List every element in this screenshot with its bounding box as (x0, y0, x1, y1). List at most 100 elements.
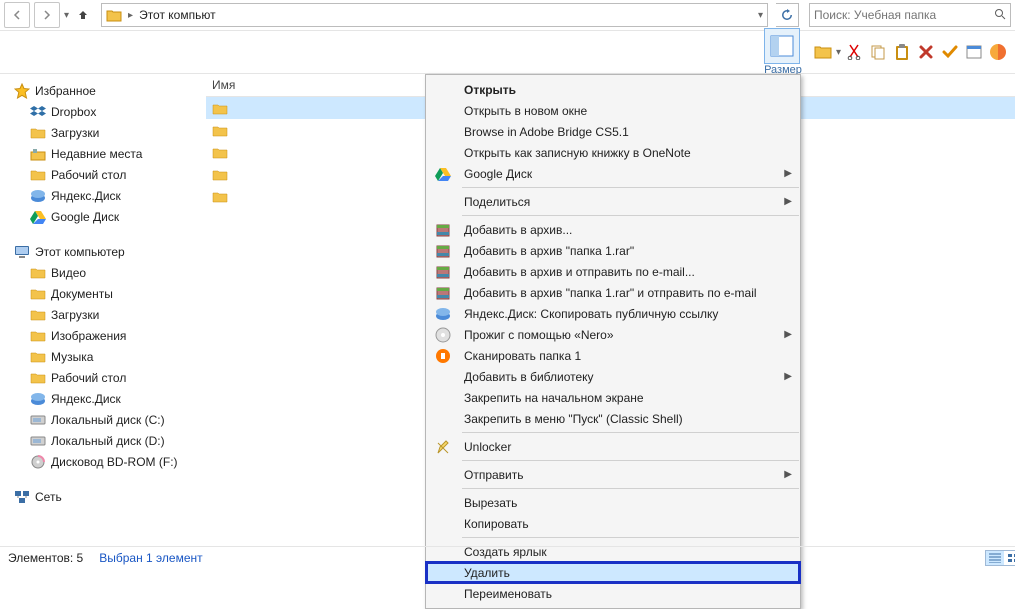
menu-item[interactable]: Вырезать (426, 492, 800, 513)
new-dropdown[interactable]: ▾ (836, 47, 841, 58)
menu-item[interactable]: Добавить в библиотеку ▶ (426, 366, 800, 387)
menu-item-label: Вырезать (464, 496, 776, 510)
menu-item-icon (432, 144, 454, 162)
tree-item[interactable]: Видео (8, 262, 198, 283)
menu-item[interactable]: Поделиться▶ (426, 191, 800, 212)
menu-item-label: Прожиг с помощью «Nero» (464, 328, 776, 342)
properties-button[interactable] (963, 41, 985, 63)
menu-item[interactable]: Закрепить в меню "Пуск" (Classic Shell) (426, 408, 800, 429)
submenu-arrow-icon: ▶ (784, 196, 792, 207)
tree-item[interactable]: Локальный диск (D:) (8, 430, 198, 451)
tree-item[interactable]: Документы (8, 283, 198, 304)
menu-item-icon (432, 305, 454, 323)
menu-item[interactable]: Копировать (426, 513, 800, 534)
menu-item[interactable]: Добавить в архив и отправить по e-mail..… (426, 261, 800, 282)
large-icons-view-icon[interactable] (1004, 551, 1015, 565)
menu-item[interactable]: Открыть как записную книжку в OneNote (426, 142, 800, 163)
menu-item[interactable]: Добавить в архив "папка 1.rar" (426, 240, 800, 261)
tree-item[interactable]: Недавние места (8, 143, 198, 164)
breadcrumb[interactable]: ▸ Этот компьют ▾ (101, 3, 768, 27)
menu-separator (462, 460, 799, 461)
tree-item[interactable]: Dropbox (8, 101, 198, 122)
tree-favorites-header[interactable]: Избранное (8, 80, 198, 101)
tree-item[interactable]: Рабочий стол (8, 164, 198, 185)
menu-item[interactable]: Прожиг с помощью «Nero»▶ (426, 324, 800, 345)
menu-item[interactable]: Browse in Adobe Bridge CS5.1 (426, 121, 800, 142)
tree-item[interactable]: Google Диск (8, 206, 198, 227)
tree-item[interactable]: Дисковод BD-ROM (F:) (8, 451, 198, 472)
menu-item-icon (432, 221, 454, 239)
tree-item[interactable]: Загрузки (8, 122, 198, 143)
status-count: Элементов: 5 (8, 551, 83, 565)
menu-item-icon (432, 410, 454, 428)
tree-item[interactable]: Яндекс.Диск (8, 185, 198, 206)
menu-item-label: Browse in Adobe Bridge CS5.1 (464, 125, 776, 139)
up-button[interactable] (73, 5, 93, 25)
shell-icon[interactable] (987, 41, 1009, 63)
tree-item-icon (30, 412, 46, 428)
breadcrumb-root[interactable]: Этот компьют (139, 8, 216, 22)
copy-button[interactable] (867, 41, 889, 63)
search-icon[interactable] (994, 8, 1006, 23)
menu-separator (462, 432, 799, 433)
refresh-button[interactable] (776, 3, 799, 27)
tree-computer-header[interactable]: Этот компьютер (8, 241, 198, 262)
tree-item[interactable]: Изображения (8, 325, 198, 346)
view-toggle[interactable] (985, 550, 1015, 566)
folder-icon (212, 100, 228, 116)
paste-button[interactable] (891, 41, 913, 63)
menu-item[interactable]: Отправить▶ (426, 464, 800, 485)
size-tool[interactable]: Размер (764, 28, 802, 76)
menu-item[interactable]: Unlocker (426, 436, 800, 457)
menu-item-icon (432, 123, 454, 141)
menu-item-label: Закрепить в меню "Пуск" (Classic Shell) (464, 412, 776, 426)
menu-item[interactable]: Сканировать папка 1 (426, 345, 800, 366)
menu-item[interactable]: Добавить в архив "папка 1.rar" и отправи… (426, 282, 800, 303)
chevron-right-icon: ▸ (128, 10, 133, 21)
search-input[interactable] (810, 8, 994, 22)
star-icon (14, 83, 30, 99)
nav-tree: Избранное DropboxЗагрузкиНедавние местаР… (0, 74, 206, 549)
submenu-arrow-icon: ▶ (784, 168, 792, 179)
chevron-down-icon[interactable]: ▾ (758, 10, 763, 21)
tree-item[interactable]: Рабочий стол (8, 367, 198, 388)
recent-dropdown[interactable]: ▾ (64, 10, 69, 21)
tree-item[interactable]: Музыка (8, 346, 198, 367)
tree-item-label: Локальный диск (C:) (51, 413, 165, 427)
delete-button[interactable] (915, 41, 937, 63)
forward-button[interactable] (34, 2, 60, 28)
menu-item[interactable]: Яндекс.Диск: Скопировать публичную ссылк… (426, 303, 800, 324)
new-folder-button[interactable] (812, 41, 834, 63)
check-button[interactable] (939, 41, 961, 63)
back-button[interactable] (4, 2, 30, 28)
cut-button[interactable] (843, 41, 865, 63)
menu-item[interactable]: Открыть (426, 79, 800, 100)
menu-item[interactable]: Добавить в архив... (426, 219, 800, 240)
menu-item-label: Добавить в архив "папка 1.rar" (464, 244, 776, 258)
menu-item-label: Копировать (464, 517, 776, 531)
tree-item[interactable]: Загрузки (8, 304, 198, 325)
tree-item-label: Яндекс.Диск (51, 392, 121, 406)
toolbar: Размер ▾ (0, 31, 1015, 74)
menu-separator (462, 215, 799, 216)
tree-item-icon (30, 391, 46, 407)
details-view-icon[interactable] (986, 551, 1004, 565)
tree-label: Этот компьютер (35, 245, 125, 259)
submenu-arrow-icon: ▶ (784, 371, 792, 382)
menu-item[interactable]: Закрепить на начальном экране (426, 387, 800, 408)
tree-item-icon (30, 307, 46, 323)
search-box[interactable] (809, 3, 1011, 27)
layout-pane-icon (764, 28, 800, 64)
menu-item[interactable]: Открыть в новом окне (426, 100, 800, 121)
menu-item-label: Добавить в библиотеку (464, 370, 776, 384)
tree-network-header[interactable]: Сеть (8, 486, 198, 507)
menu-item-label: Google Диск (464, 167, 776, 181)
tree-label: Избранное (35, 84, 96, 98)
status-bar: Элементов: 5 Выбран 1 элемент (0, 546, 1015, 569)
menu-item[interactable]: Переименовать (426, 583, 800, 604)
menu-item[interactable]: Google Диск ▶ (426, 163, 800, 184)
tree-item-icon (30, 146, 46, 162)
tree-item-label: Загрузки (51, 126, 99, 140)
tree-item[interactable]: Локальный диск (C:) (8, 409, 198, 430)
tree-item[interactable]: Яндекс.Диск (8, 388, 198, 409)
